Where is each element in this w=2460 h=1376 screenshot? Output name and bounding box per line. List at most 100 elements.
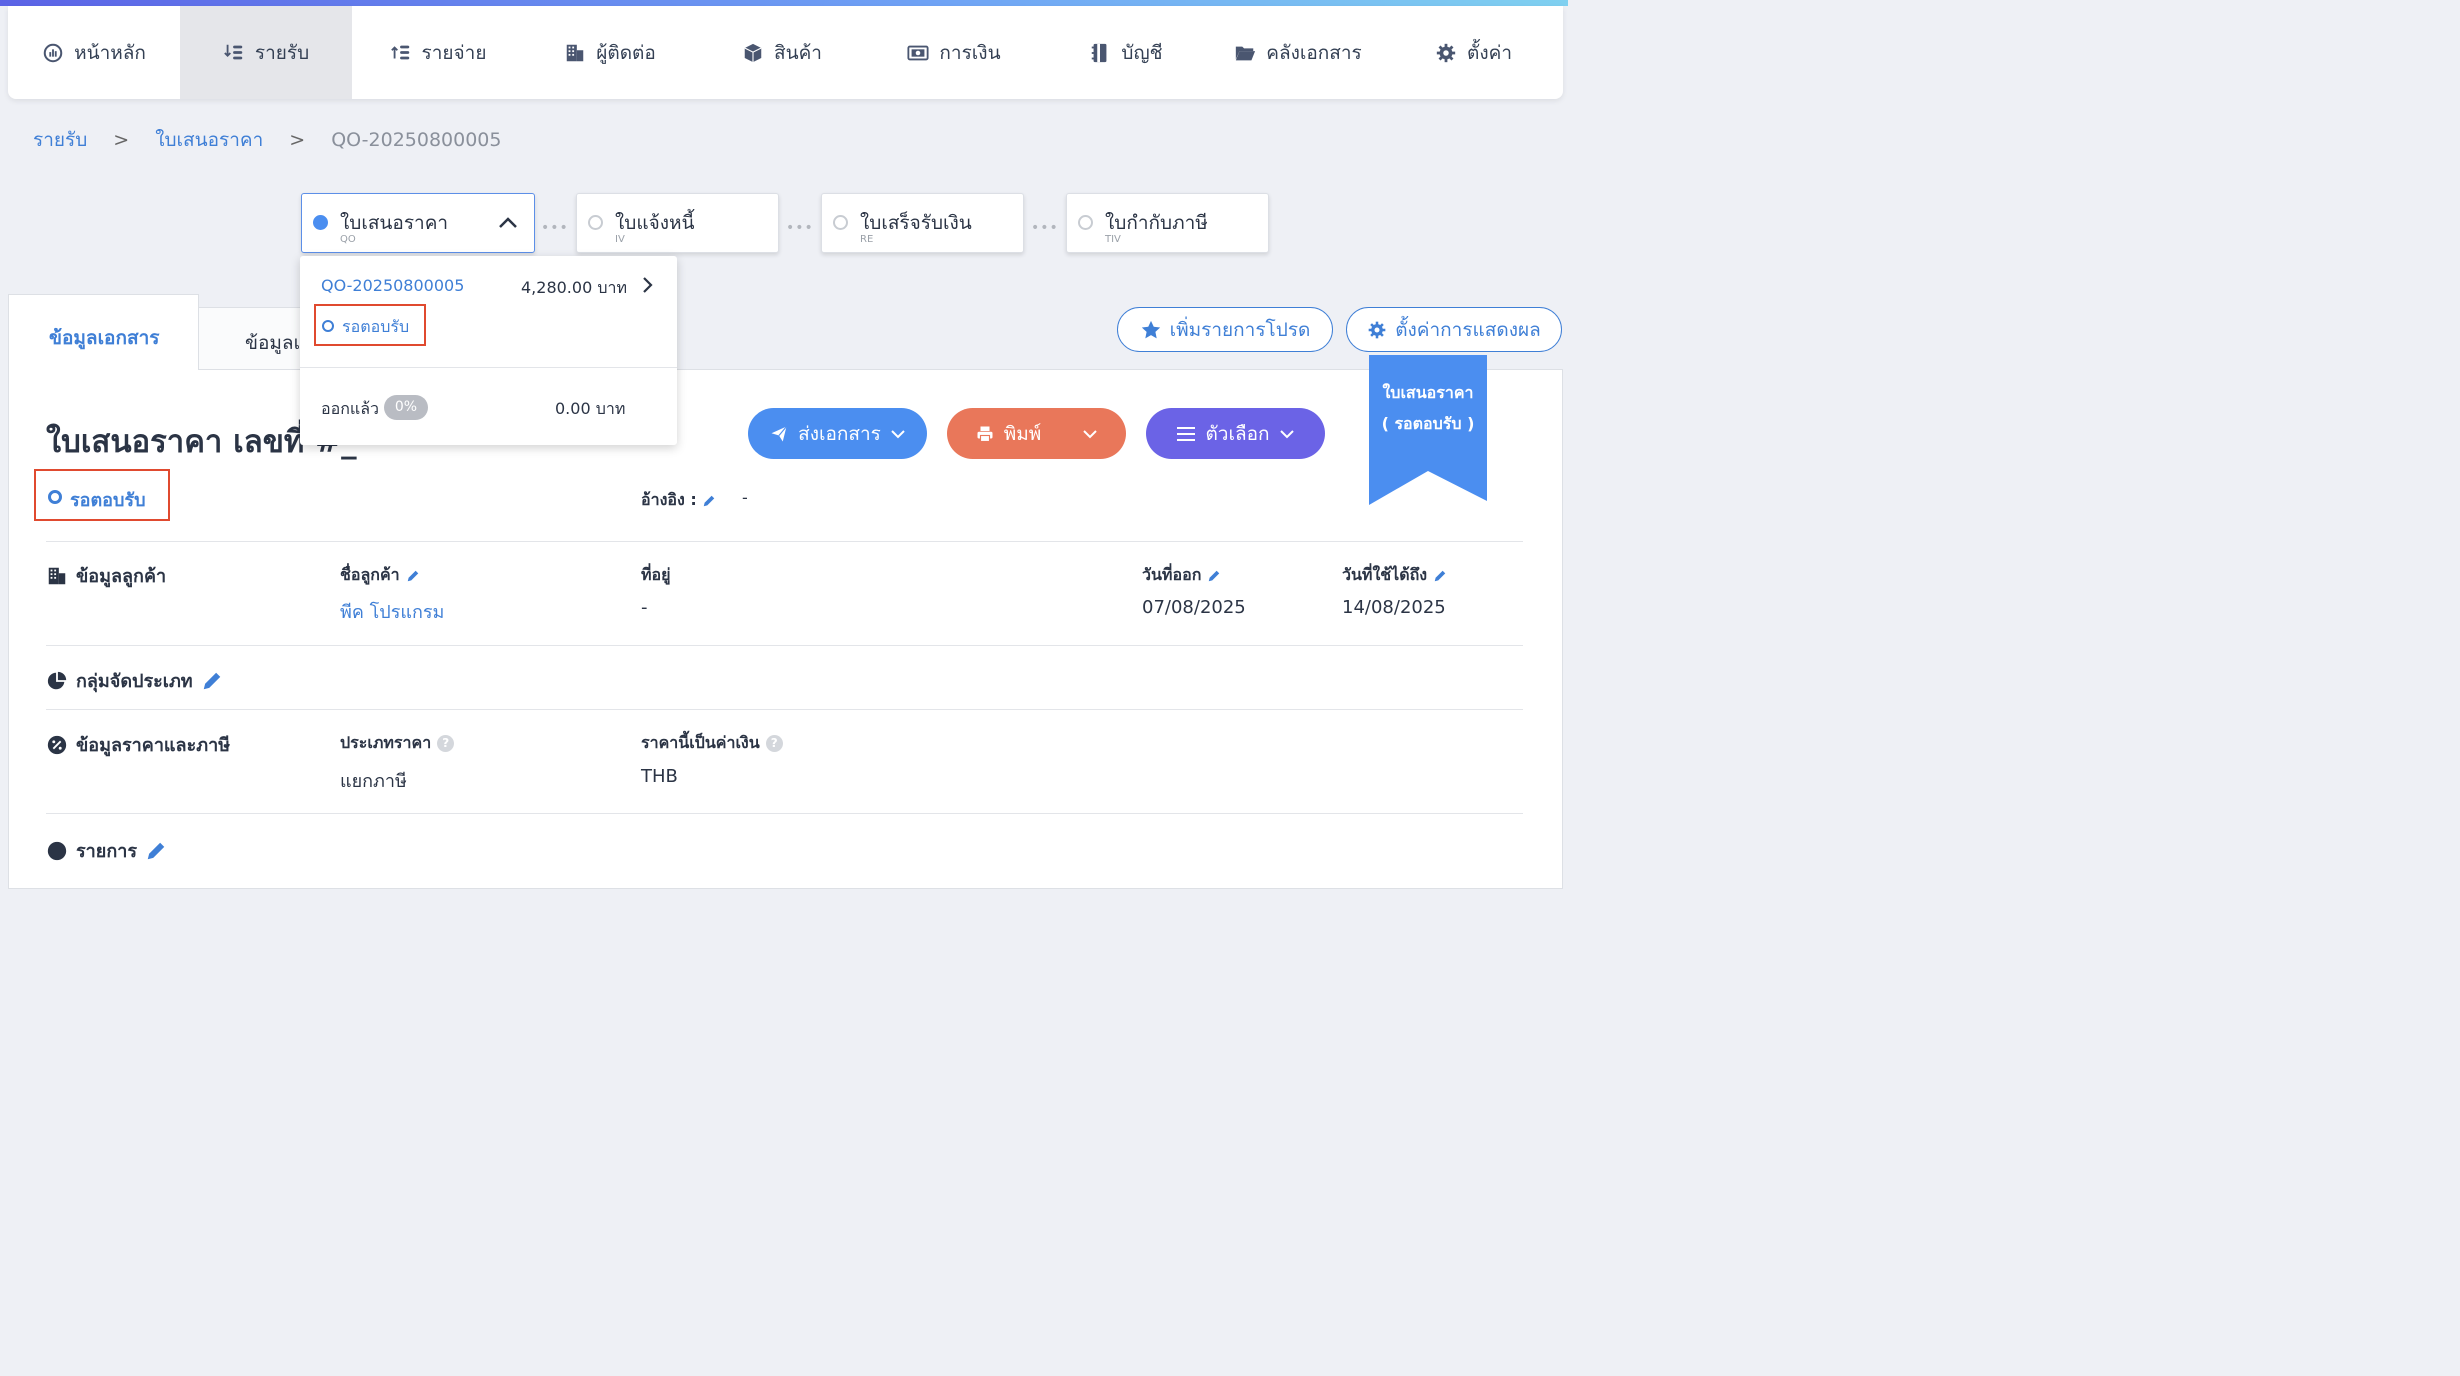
step-dot (1078, 215, 1093, 230)
income-icon (224, 44, 243, 59)
dashboard-icon (43, 43, 63, 62)
issued-amount: 0.00 บาท (555, 399, 626, 418)
print-button[interactable]: พิมพ์ (947, 408, 1126, 459)
ribbon-status: ( รอตอบรับ ) (1381, 414, 1475, 433)
address-value: - (641, 597, 648, 618)
folder-icon (1236, 46, 1256, 60)
dropdown-amount: 4,280.00 บาท (521, 278, 628, 297)
star-icon (1141, 320, 1160, 338)
step-connector: ••• (786, 220, 814, 236)
main-nav: หน้าหลัก รายรับ รายจ่าย ผู้ติดต่อ สินค้า… (8, 6, 1563, 99)
nav-label: รายจ่าย (421, 41, 487, 64)
step-title: ใบเสร็จรับเงิน (860, 212, 972, 234)
step-receipt[interactable]: ใบเสร็จรับเงิน RE (821, 193, 1024, 253)
tab-doc-info[interactable]: ข้อมูลเอกสาร (8, 294, 199, 370)
nav-item-products[interactable]: สินค้า (696, 6, 868, 99)
expense-icon (390, 45, 409, 59)
valid-until-label: วันที่ใช้ได้ถึง (1342, 563, 1447, 588)
button-label: พิมพ์ (1003, 422, 1042, 445)
divider (46, 709, 1523, 710)
ledger-icon (1092, 43, 1107, 62)
nav-item-contacts[interactable]: ผู้ติดต่อ (524, 6, 696, 99)
breadcrumb-separator: > (113, 129, 130, 151)
divider (46, 813, 1523, 814)
edit-pencil-icon[interactable] (1433, 569, 1447, 583)
nav-item-finance[interactable]: การเงิน (868, 6, 1040, 99)
reference-label: อ้างอิง : (641, 488, 716, 513)
step-invoice[interactable]: ใบแจ้งหนี้ IV (576, 193, 779, 253)
step-title: ใบแจ้งหนี้ (615, 212, 695, 234)
step-quotation[interactable]: ใบเสนอราคา QO (301, 193, 535, 253)
section-label: กลุ่มจัดประเภท (76, 671, 193, 692)
nav-item-documents[interactable]: คลังเอกสาร (1212, 6, 1384, 99)
divider (300, 367, 677, 368)
divider (46, 541, 1523, 542)
breadcrumb: รายรับ > ใบเสนอราคา > QO-20250800005 (33, 125, 502, 155)
step-code: QO (340, 234, 356, 245)
options-button[interactable]: ตัวเลือก (1146, 408, 1325, 459)
send-document-button[interactable]: ส่งเอกสาร (748, 408, 927, 459)
chevron-right-icon[interactable] (641, 276, 655, 294)
step-code: TIV (1105, 234, 1121, 245)
category-section-title: กลุ่มจัดประเภท (46, 666, 223, 695)
box-icon (744, 43, 762, 62)
menu-icon (1177, 426, 1196, 441)
chevron-down-icon (1279, 429, 1294, 438)
customer-name-link[interactable]: พีค โปรแกรม (340, 597, 444, 626)
nav-label: ตั้งค่า (1467, 41, 1512, 64)
customer-name-label: ชื่อลูกค้า (340, 563, 420, 588)
button-label: ตั้งค่าการแสดงผล (1395, 318, 1541, 341)
nav-item-settings[interactable]: ตั้งค่า (1384, 6, 1563, 99)
help-icon[interactable]: ? (437, 735, 455, 752)
nav-item-expense[interactable]: รายจ่าย (352, 6, 524, 99)
step-dot (833, 215, 848, 230)
step-dot (313, 215, 328, 230)
price-type-label: ประเภทราคา ? (340, 731, 455, 756)
send-icon (771, 425, 788, 441)
breadcrumb-income[interactable]: รายรับ (33, 125, 87, 155)
field-label: ประเภทราคา (340, 733, 432, 752)
step-title: ใบเสนอราคา (340, 212, 449, 234)
edit-pencil-icon[interactable] (201, 670, 223, 692)
step-connector: ••• (1031, 220, 1059, 236)
quotation-dropdown: QO-20250800005 4,280.00 บาท รอตอบรับ ออก… (300, 256, 677, 445)
chevron-down-icon[interactable] (1083, 429, 1097, 439)
nav-item-dashboard[interactable]: หน้าหลัก (8, 6, 180, 99)
tab-label: ข้อมูลเอกสาร (49, 327, 160, 349)
printer-icon (977, 426, 993, 442)
edit-pencil-icon[interactable] (406, 569, 420, 583)
breadcrumb-quotation[interactable]: ใบเสนอราคา (155, 125, 263, 155)
currency-value: THB (641, 766, 678, 787)
display-settings-button[interactable]: ตั้งค่าการแสดงผล (1346, 307, 1562, 352)
nav-item-income[interactable]: รายรับ (180, 6, 352, 99)
nav-label: สินค้า (774, 41, 822, 64)
dropdown-doc-code[interactable]: QO-20250800005 (321, 276, 464, 295)
field-label: ชื่อลูกค้า (340, 565, 400, 584)
edit-pencil-icon[interactable] (1207, 569, 1221, 583)
add-favorite-button[interactable]: เพิ่มรายการโปรด (1117, 307, 1333, 352)
issued-label: ออกแล้ว (321, 399, 380, 418)
nav-label: การเงิน (939, 41, 1001, 64)
issued-percent-badge: 0% (384, 395, 428, 420)
help-icon[interactable]: ? (765, 735, 783, 752)
button-label: ส่งเอกสาร (798, 422, 881, 445)
chevron-up-icon (499, 217, 517, 228)
tab-other-info[interactable]: ข้อมูลเ (198, 307, 313, 370)
status-badge: รอตอบรับ (34, 469, 170, 521)
nav-item-accounting[interactable]: บัญชี (1040, 6, 1212, 99)
edit-pencil-icon[interactable] (145, 840, 167, 862)
pricing-section-title: ข้อมูลราคาและภาษี (46, 730, 230, 759)
items-circle-icon (47, 841, 67, 860)
gear-icon (1368, 321, 1386, 338)
nav-label: หน้าหลัก (74, 41, 146, 64)
reference-value: - (742, 488, 748, 507)
currency-label: ราคานี้เป็นค่าเงิน ? (641, 731, 783, 756)
reference-label-text: อ้างอิง : (641, 490, 697, 509)
step-tax-invoice[interactable]: ใบกำกับภาษี TIV (1066, 193, 1269, 253)
price-type-value: แยกภาษี (340, 771, 407, 792)
items-section-title: รายการ (46, 836, 167, 865)
section-label: ข้อมูลราคาและภาษี (76, 735, 231, 756)
field-label: ราคานี้เป็นค่าเงิน (641, 733, 760, 752)
building-icon (48, 567, 66, 584)
edit-pencil-icon[interactable] (702, 494, 716, 508)
